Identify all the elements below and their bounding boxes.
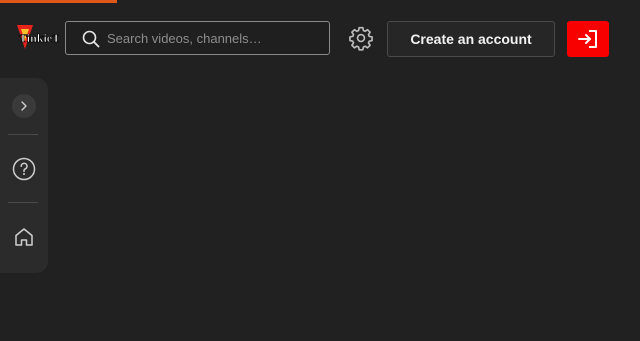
sidebar-divider (8, 202, 38, 203)
login-button[interactable] (567, 21, 609, 57)
app-window: TinkieTube Create an account (0, 0, 640, 341)
side-nav (0, 78, 48, 273)
sidebar-item-home[interactable] (0, 226, 48, 248)
settings-button[interactable] (348, 25, 374, 51)
sidebar-divider (8, 134, 38, 135)
create-account-button[interactable]: Create an account (387, 21, 555, 57)
logo-text: TinkieTube (19, 31, 59, 45)
tinkietube-logo-icon: TinkieTube (17, 25, 59, 49)
search-input[interactable] (107, 22, 322, 54)
sidebar-item-help[interactable] (0, 157, 48, 181)
search-icon (82, 30, 100, 48)
chevron-right-icon (21, 101, 27, 111)
gear-icon (349, 26, 373, 51)
expand-circle (12, 94, 36, 118)
search-bar[interactable] (65, 21, 330, 55)
login-icon (578, 30, 597, 48)
home-icon (15, 228, 33, 246)
help-circle-icon (12, 157, 36, 181)
brand-logo[interactable]: TinkieTube (15, 21, 59, 61)
top-header: TinkieTube Create an account (0, 0, 640, 78)
sidebar-expand-button[interactable] (0, 94, 48, 118)
